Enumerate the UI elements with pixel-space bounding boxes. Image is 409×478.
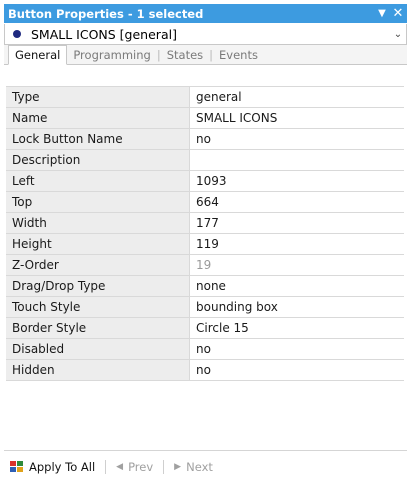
property-row: Z-Order 19 — [6, 255, 404, 276]
property-row: Name SMALL ICONS — [6, 108, 404, 129]
property-name: Description — [6, 150, 190, 170]
prev-label: Prev — [128, 460, 154, 474]
next-button[interactable]: ▶ Next — [174, 460, 213, 474]
property-grid: Type general Name SMALL ICONS Lock Button Na… — [6, 86, 404, 381]
property-name: Left — [6, 171, 190, 191]
tab-events[interactable]: Events — [213, 46, 264, 64]
property-row: Drag/Drop Type none — [6, 276, 404, 297]
property-row: Height 119 — [6, 234, 404, 255]
property-value[interactable]: bounding box — [190, 297, 404, 317]
property-row: Border Style Circle 15 — [6, 318, 404, 339]
property-value[interactable]: no — [190, 339, 404, 359]
object-selector-dropdown[interactable]: SMALL ICONS [general] ⌄ — [4, 24, 407, 45]
property-value[interactable]: 119 — [190, 234, 404, 254]
close-icon[interactable]: ✕ — [391, 6, 405, 21]
property-name: Hidden — [6, 360, 190, 380]
bullet-icon — [13, 30, 21, 38]
property-value[interactable] — [190, 150, 404, 170]
prev-button[interactable]: ◀ Prev — [116, 460, 153, 474]
property-value[interactable]: Circle 15 — [190, 318, 404, 338]
property-row: Disabled no — [6, 339, 404, 360]
property-name: Touch Style — [6, 297, 190, 317]
property-row: Type general — [6, 87, 404, 108]
property-name: Type — [6, 87, 190, 107]
property-value[interactable]: 1093 — [190, 171, 404, 191]
property-name: Disabled — [6, 339, 190, 359]
footer-divider — [4, 450, 407, 451]
property-name: Height — [6, 234, 190, 254]
arrow-left-icon: ◀ — [116, 462, 124, 472]
property-value[interactable]: 177 — [190, 213, 404, 233]
property-value[interactable]: 664 — [190, 192, 404, 212]
property-name: Name — [6, 108, 190, 128]
property-row: Lock Button Name no — [6, 129, 404, 150]
property-name: Drag/Drop Type — [6, 276, 190, 296]
property-row: Top 664 — [6, 192, 404, 213]
property-value[interactable]: none — [190, 276, 404, 296]
property-row: Left 1093 — [6, 171, 404, 192]
property-row: Touch Style bounding box — [6, 297, 404, 318]
property-name: Lock Button Name — [6, 129, 190, 149]
toolbar-separator — [163, 460, 165, 474]
toolbar-separator — [105, 460, 107, 474]
property-name: Border Style — [6, 318, 190, 338]
property-row: Description — [6, 150, 404, 171]
tab-bar: General Programming | States | Events — [4, 45, 407, 65]
property-value[interactable]: general — [190, 87, 404, 107]
property-value[interactable]: 19 — [190, 255, 404, 275]
title-bar: Button Properties - 1 selected ▼ ✕ — [4, 4, 407, 23]
property-value[interactable]: no — [190, 129, 404, 149]
dropdown-arrow-icon[interactable]: ▼ — [375, 8, 389, 19]
property-name: Top — [6, 192, 190, 212]
selected-object-label: SMALL ICONS [general] — [31, 26, 177, 42]
window-title: Button Properties - 1 selected — [8, 6, 204, 21]
property-value[interactable]: SMALL ICONS — [190, 108, 404, 128]
property-row: Width 177 — [6, 213, 404, 234]
property-value[interactable]: no — [190, 360, 404, 380]
tab-states[interactable]: States — [161, 46, 209, 64]
arrow-right-icon: ▶ — [174, 462, 182, 472]
property-name: Width — [6, 213, 190, 233]
apply-to-all-button[interactable]: Apply To All — [10, 460, 95, 474]
property-row: Hidden no — [6, 360, 404, 381]
property-name: Z-Order — [6, 255, 190, 275]
tab-programming[interactable]: Programming — [67, 46, 157, 64]
tab-general[interactable]: General — [8, 45, 68, 65]
chevron-down-icon[interactable]: ⌄ — [390, 29, 406, 40]
apply-to-all-label: Apply To All — [29, 460, 96, 474]
next-label: Next — [186, 460, 213, 474]
footer-toolbar: Apply To All ◀ Prev ▶ Next — [10, 458, 213, 476]
apply-to-all-icon — [10, 461, 24, 473]
